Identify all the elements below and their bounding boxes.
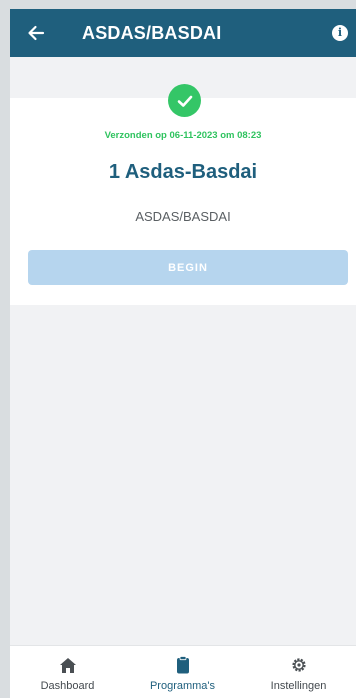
clipboard-icon (174, 656, 192, 674)
page-title: ASDAS/BASDAI (82, 23, 222, 43)
nav-label-dashboard: Dashboard (40, 680, 95, 692)
gear-icon (290, 656, 308, 674)
arrow-left-icon (28, 25, 45, 41)
check-circle-icon (168, 84, 201, 117)
program-subtitle: ASDAS/BASDAI (135, 209, 231, 224)
app-screen: ASDAS/BASDAI i Verzonden op 06-11-2023 o… (10, 9, 356, 698)
begin-button[interactable]: BEGIN (28, 250, 348, 285)
nav-label-instellingen: Instellingen (270, 680, 327, 692)
nav-item-dashboard[interactable]: Dashboard (10, 646, 125, 698)
bottom-navigation: Dashboard Programma's Instellingen (10, 645, 356, 698)
nav-item-programmas[interactable]: Programma's (125, 646, 240, 698)
back-button[interactable] (24, 21, 48, 45)
info-icon[interactable]: i (332, 25, 348, 41)
program-title: 1 Asdas-Basdai (108, 161, 258, 183)
home-icon (59, 656, 77, 674)
nav-item-instellingen[interactable]: Instellingen (241, 646, 356, 698)
nav-label-programmas: Programma's (149, 680, 216, 692)
app-bar: ASDAS/BASDAI i (10, 9, 356, 57)
sent-status-text: Verzonden op 06-11-2023 om 08:23 (104, 130, 262, 141)
